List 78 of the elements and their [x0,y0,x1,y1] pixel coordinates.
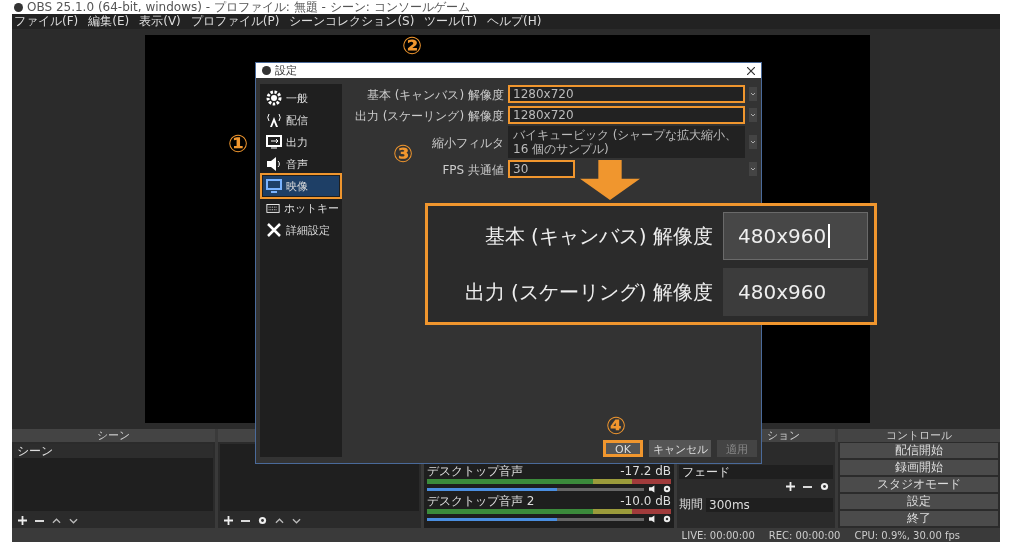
step-number: ③ [393,142,414,166]
dropdown-field[interactable]: 1280x720 [508,85,745,103]
window-title: OBS 25.1.0 (64-bit, windows) - プロファイル: 無題 - シーン: コンソールゲーム [27,0,470,15]
dock-header: シーン [12,429,215,442]
add-icon[interactable] [18,516,27,525]
settings-icon[interactable] [663,485,671,493]
menu-item[interactable]: ツール(T) [424,13,478,30]
duration-field[interactable]: 300ms [706,497,833,512]
up-icon[interactable] [52,517,61,524]
gear-icon [266,90,282,106]
status-text: LIVE: 00:00:00 [681,529,755,541]
settings-icon[interactable] [820,482,829,491]
step-number: ① [228,132,249,156]
menu-item[interactable]: 編集(E) [88,13,130,30]
db-reading: -17.2 dB [620,464,671,478]
scene-item[interactable]: シーン [14,444,213,458]
field-label: 基本 (キャンバス) 解像度 [483,222,713,250]
sidebar-item[interactable]: 音声 [263,154,339,174]
menu-item[interactable]: 表示(V) [139,13,181,30]
dialog-button[interactable]: キャンセル [649,440,711,457]
control-button[interactable]: 終了 [840,511,998,526]
menu-item[interactable]: ファイル(F) [14,13,79,30]
volume-slider[interactable] [427,487,644,491]
step-number: ④ [606,414,627,438]
speaker-icon [266,156,282,172]
sidebar-item[interactable]: ホットキー [263,198,339,218]
down-icon[interactable] [292,517,301,524]
antenna-icon [266,112,282,128]
sidebar-item[interactable]: 配信 [263,110,339,130]
resolution-field[interactable]: 480x960 [723,212,868,260]
dialog-button[interactable]: OK [603,440,643,457]
close-icon[interactable] [747,66,755,75]
add-icon[interactable] [786,482,795,491]
up-icon[interactable] [275,517,284,524]
dock-header: ション [767,429,800,442]
resolution-field[interactable]: 480x960 [723,268,868,316]
duration-label: 期間 [679,496,703,513]
down-arrow-icon [580,160,640,200]
remove-icon[interactable] [35,519,44,522]
field-label: 出力 (スケーリング) 解像度 [463,278,713,306]
app-logo-icon [14,2,23,12]
field-label: FPS 共通値 [442,163,504,177]
status-text: CPU: 0.9%, 30.00 fps [854,529,960,541]
menu-item[interactable]: プロファイル(P) [190,13,280,30]
add-icon[interactable] [224,516,233,525]
db-reading: -10.0 dB [620,494,671,508]
menu-item[interactable]: シーンコレクション(S) [289,13,415,30]
sidebar-item[interactable]: 映像 [263,176,339,196]
control-button[interactable]: 録画開始 [840,460,998,475]
remove-icon[interactable] [241,519,250,522]
control-button[interactable]: スタジオモード [840,477,998,492]
app-logo-icon [262,66,271,75]
settings-icon[interactable] [663,515,671,523]
track-name: デスクトップ音声 2 [427,494,535,508]
sidebar-item[interactable]: 詳細設定 [263,220,339,240]
sidebar-item[interactable]: 出力 [263,132,339,152]
menu-item[interactable]: ヘルプ(H) [487,13,542,30]
control-button[interactable]: 設定 [840,494,998,509]
step-number: ② [402,34,423,58]
volume-slider[interactable] [427,517,644,521]
dropdown-field[interactable]: バイキュービック (シャープな拡大縮小、16 個のサンプル) [508,126,745,158]
control-button[interactable]: 配信開始 [840,443,998,458]
field-label: 縮小フィルタ [432,136,504,150]
remove-icon[interactable] [803,485,812,488]
field-label: 基本 (キャンバス) 解像度 [367,88,504,102]
monitor-icon [266,178,282,194]
dialog-title: 設定 [275,63,297,78]
down-icon[interactable] [69,517,78,524]
settings-icon[interactable] [258,516,267,525]
status-text: REC: 00:00:00 [768,529,841,541]
dock-header: コントロール [838,429,1000,442]
transition-select[interactable]: フェード [679,465,833,479]
field-label: 出力 (スケーリング) 解像度 [355,109,504,123]
tools-icon [266,222,282,238]
track-name: デスクトップ音声 [427,464,523,478]
dropdown-field[interactable]: 30 [508,160,575,178]
sidebar-item[interactable]: 一般 [263,88,339,108]
dropdown-field[interactable]: 1280x720 [508,106,745,124]
